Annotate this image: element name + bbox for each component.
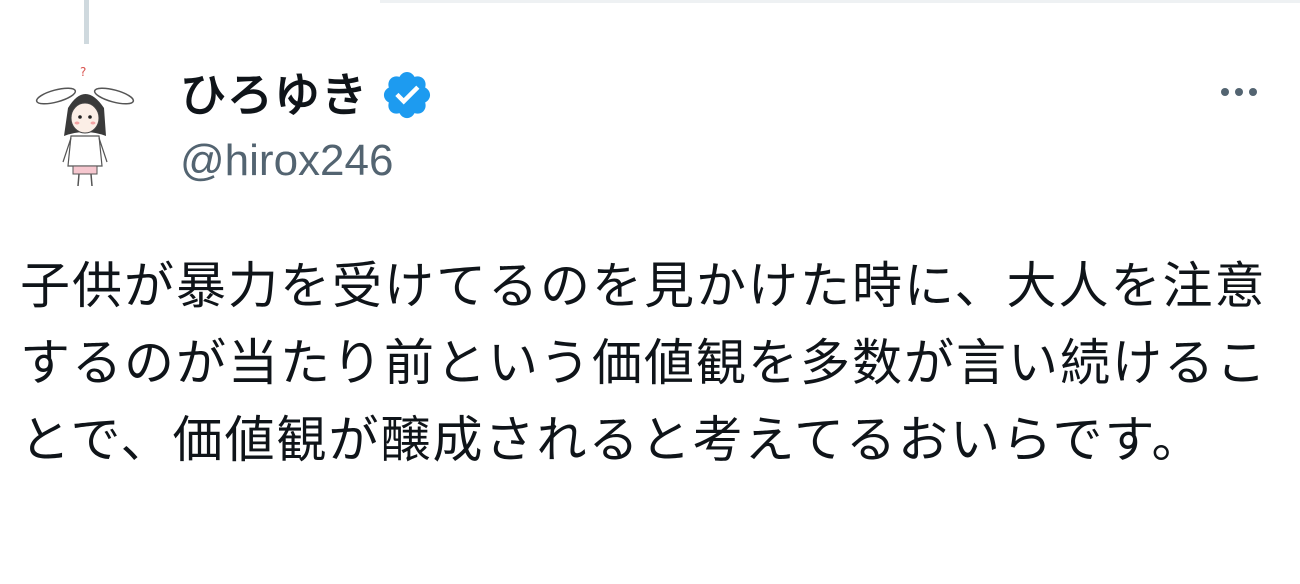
svg-text:?: ? [80, 65, 86, 79]
author-display-name[interactable]: ひろゆき [180, 66, 368, 124]
rabbit-ear-character-icon: ? [35, 65, 135, 187]
verified-badge-icon[interactable] [380, 68, 434, 122]
thread-connector-line [84, 0, 89, 44]
tweet-text: 子供が暴力を受けてるのを見かけた時に、大人を注意するのが当たり前という価値観を多… [20, 257, 1268, 469]
more-options-button[interactable] [1204, 70, 1274, 114]
author-avatar[interactable]: ? [18, 58, 152, 192]
more-dots-icon [1249, 88, 1257, 96]
author-handle[interactable]: @hirox246 [180, 134, 393, 188]
author-name-row[interactable]: ひろゆき [180, 66, 434, 124]
more-dots-icon [1235, 88, 1243, 96]
top-divider [380, 0, 1300, 3]
more-dots-icon [1221, 88, 1229, 96]
